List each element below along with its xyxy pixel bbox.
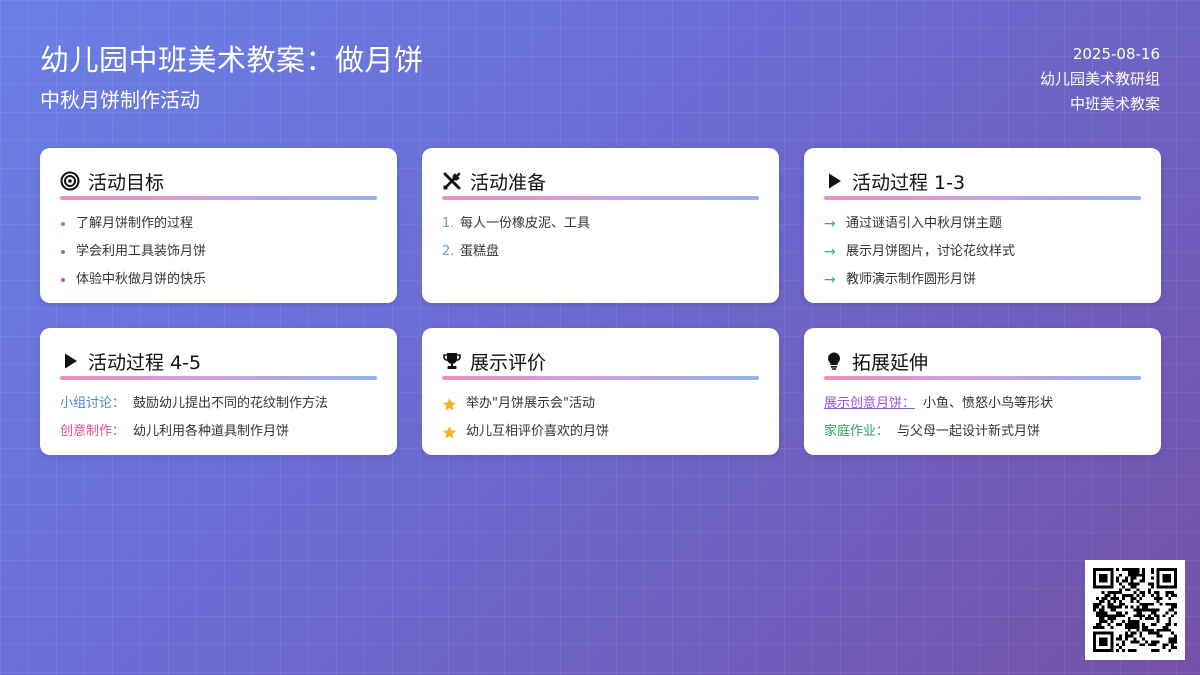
qr-code[interactable] <box>1085 560 1185 660</box>
title-underline <box>60 376 377 380</box>
bullet-dot <box>61 278 65 282</box>
card-title: 活动过程 4-5 <box>88 351 202 374</box>
qr-code-icon <box>1093 568 1177 652</box>
title-underline <box>824 376 1141 380</box>
meta-group: 幼儿园美术教研组 <box>1039 70 1160 88</box>
card-process-1-3: 活动过程 1-3 → 通过谜语引入中秋月饼主题 → 展示月饼图片，讨论花纹样式 → 教… <box>804 148 1161 303</box>
list-item: 小组讨论： 鼓励幼儿提出不同的花纹制作方法 <box>60 390 377 418</box>
trophy-icon <box>443 353 461 369</box>
item-number: 2. <box>442 244 455 259</box>
page-header: 幼儿园中班美术教案：做月饼 中秋月饼制作活动 <box>40 40 424 114</box>
card-title: 活动准备 <box>470 171 547 194</box>
title-underline <box>824 196 1141 200</box>
page-subtitle: 中秋月饼制作活动 <box>40 88 200 112</box>
list-item: 学会利用工具装饰月饼 <box>60 238 377 266</box>
arrow-right-icon: → <box>824 244 836 260</box>
list-item: 了解月饼制作的过程 <box>60 210 377 238</box>
meta-date: 2025-08-16 <box>1072 45 1160 63</box>
play-icon <box>65 353 77 369</box>
arrow-right-icon: → <box>824 216 836 232</box>
meta-info: 2025-08-16 幼儿园美术教研组 中班美术教案 <box>1040 42 1160 117</box>
card-title: 活动目标 <box>88 171 165 194</box>
list-item: 展示创意月饼： 小鱼、愤怒小鸟等形状 <box>824 390 1141 418</box>
item-label: 家庭作业： <box>824 424 890 439</box>
item-label: 小组讨论： <box>60 396 126 411</box>
list-item: 1. 每人一份橡皮泥、工具 <box>442 210 759 238</box>
card-extension: 拓展延伸 展示创意月饼： 小鱼、愤怒小鸟等形状 家庭作业： 与父母一起设计新式月饼 <box>804 328 1161 455</box>
list-item: → 通过谜语引入中秋月饼主题 <box>824 210 1141 238</box>
bullet-dot <box>61 250 65 254</box>
star-icon <box>442 425 457 438</box>
target-icon <box>60 171 80 191</box>
title-underline <box>442 196 759 200</box>
list-item: → 展示月饼图片，讨论花纹样式 <box>824 238 1141 266</box>
lightbulb-icon <box>828 352 840 370</box>
item-number: 1. <box>442 216 455 231</box>
list-item: 幼儿互相评价喜欢的月饼 <box>442 418 759 446</box>
page-title: 幼儿园中班美术教案：做月饼 <box>40 43 424 77</box>
card-prep: 活动准备 1. 每人一份橡皮泥、工具 2. 蛋糕盘 <box>422 148 779 303</box>
list-item: 创意制作： 幼儿利用各种道具制作月饼 <box>60 418 377 446</box>
bullet-dot <box>61 222 65 226</box>
item-label-link[interactable]: 展示创意月饼： <box>824 390 915 418</box>
tools-icon <box>443 172 461 190</box>
card-goals: 活动目标 了解月饼制作的过程 学会利用工具装饰月饼 体验中秋做月饼的快乐 <box>40 148 397 303</box>
list-item: 体验中秋做月饼的快乐 <box>60 266 377 294</box>
card-process-4-5: 活动过程 4-5 小组讨论： 鼓励幼儿提出不同的花纹制作方法 创意制作： 幼儿利用各… <box>40 328 397 455</box>
card-evaluation: 展示评价 举办"月饼展示会"活动 幼儿互相评价喜欢的月饼 <box>422 328 779 455</box>
item-label: 创意制作： <box>60 424 126 439</box>
meta-type: 中班美术教案 <box>1069 95 1160 113</box>
card-title: 展示评价 <box>470 351 547 374</box>
arrow-right-icon: → <box>824 272 836 288</box>
list-item: 家庭作业： 与父母一起设计新式月饼 <box>824 418 1141 446</box>
card-title: 活动过程 1-3 <box>852 171 966 194</box>
title-underline <box>442 376 759 380</box>
list-item: 举办"月饼展示会"活动 <box>442 390 759 418</box>
list-item: 2. 蛋糕盘 <box>442 238 759 266</box>
star-icon <box>442 397 457 410</box>
play-icon <box>829 173 841 189</box>
list-item: → 教师演示制作圆形月饼 <box>824 266 1141 294</box>
title-underline <box>60 196 377 200</box>
card-title: 拓展延伸 <box>852 351 929 374</box>
card-grid: 活动目标 了解月饼制作的过程 学会利用工具装饰月饼 体验中秋做月饼的快乐 活动准… <box>40 148 1161 455</box>
